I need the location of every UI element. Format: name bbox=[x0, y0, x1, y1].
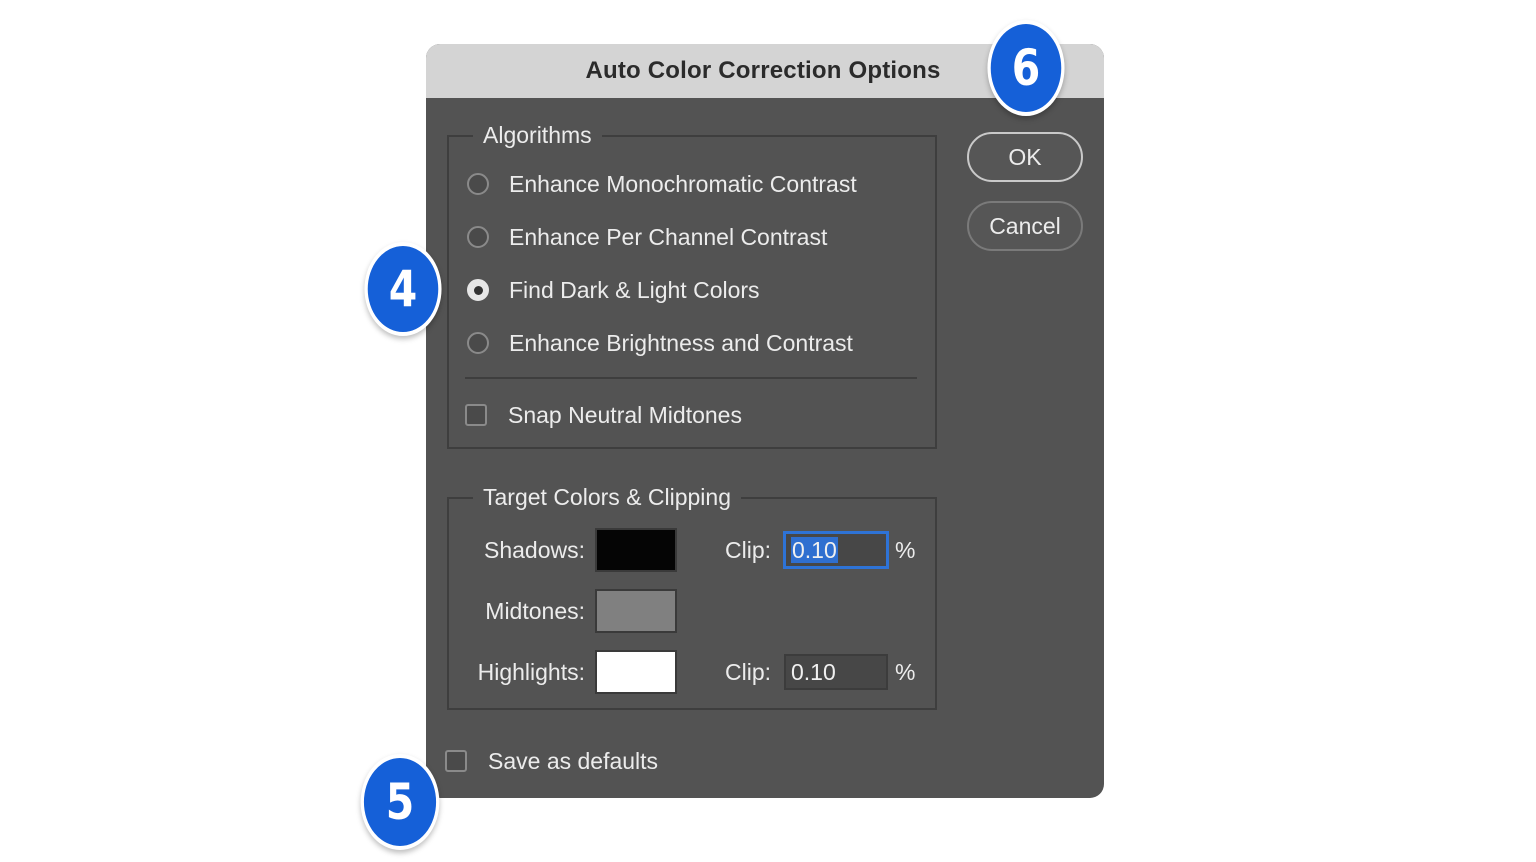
step-number: 4 bbox=[388, 260, 418, 318]
target-colors-legend: Target Colors & Clipping bbox=[473, 483, 742, 511]
step-badge-4: 4 bbox=[364, 242, 442, 336]
save-as-defaults-checkbox[interactable] bbox=[445, 750, 467, 772]
radio-find-dark-light-colors[interactable]: Find Dark & Light Colors bbox=[467, 275, 760, 305]
shadows-percent-label: % bbox=[895, 537, 916, 563]
midtones-color-swatch[interactable] bbox=[595, 589, 677, 633]
snap-neutral-midtones-checkbox[interactable] bbox=[465, 404, 487, 426]
algorithms-group: Algorithms Enhance Monochromatic Contras… bbox=[447, 121, 937, 449]
step-number: 6 bbox=[1011, 39, 1041, 97]
divider bbox=[465, 377, 917, 379]
highlights-clip-input[interactable]: 0.10 bbox=[784, 654, 888, 690]
step-number: 5 bbox=[385, 773, 415, 831]
radio-label: Enhance Per Channel Contrast bbox=[509, 223, 828, 250]
radio-label: Enhance Brightness and Contrast bbox=[509, 329, 853, 356]
radio-enhance-monochromatic-contrast[interactable]: Enhance Monochromatic Contrast bbox=[467, 169, 857, 199]
target-colors-group: Target Colors & Clipping Shadows: Clip: … bbox=[447, 483, 937, 710]
radio-button[interactable] bbox=[467, 332, 489, 354]
step-badge-5: 5 bbox=[360, 754, 440, 850]
radio-label: Enhance Monochromatic Contrast bbox=[509, 170, 857, 197]
save-as-defaults-row[interactable]: Save as defaults bbox=[445, 746, 658, 776]
shadows-clip-label: Clip: bbox=[725, 537, 772, 563]
highlights-label: Highlights: bbox=[477, 659, 585, 685]
radio-enhance-per-channel-contrast[interactable]: Enhance Per Channel Contrast bbox=[467, 222, 827, 252]
step-badge-6: 6 bbox=[987, 20, 1065, 116]
highlights-color-swatch[interactable] bbox=[595, 650, 677, 694]
ok-button[interactable]: OK bbox=[967, 132, 1083, 182]
algorithms-legend: Algorithms bbox=[473, 121, 602, 149]
shadows-clip-input[interactable]: 0.10 bbox=[784, 532, 888, 568]
save-as-defaults-label: Save as defaults bbox=[488, 747, 659, 774]
radio-enhance-brightness-contrast[interactable]: Enhance Brightness and Contrast bbox=[467, 328, 853, 358]
highlights-clip-value: 0.10 bbox=[791, 659, 836, 685]
cancel-button[interactable]: Cancel bbox=[967, 201, 1083, 251]
midtones-label: Midtones: bbox=[485, 598, 585, 624]
stage: Auto Color Correction Options Algorithms… bbox=[0, 0, 1536, 862]
radio-label: Find Dark & Light Colors bbox=[509, 276, 760, 303]
highlights-clip-label: Clip: bbox=[725, 659, 772, 685]
radio-button-selected[interactable] bbox=[467, 279, 489, 301]
dialog-title: Auto Color Correction Options bbox=[585, 57, 941, 84]
auto-color-correction-dialog: Auto Color Correction Options Algorithms… bbox=[426, 44, 1104, 798]
radio-button[interactable] bbox=[467, 226, 489, 248]
snap-neutral-midtones-label: Snap Neutral Midtones bbox=[508, 401, 742, 428]
shadows-color-swatch[interactable] bbox=[595, 528, 677, 572]
shadows-clip-value: 0.10 bbox=[791, 537, 838, 563]
shadows-label: Shadows: bbox=[483, 537, 585, 563]
radio-button[interactable] bbox=[467, 173, 489, 195]
snap-neutral-midtones-row[interactable]: Snap Neutral Midtones bbox=[465, 400, 742, 430]
highlights-percent-label: % bbox=[895, 659, 916, 685]
